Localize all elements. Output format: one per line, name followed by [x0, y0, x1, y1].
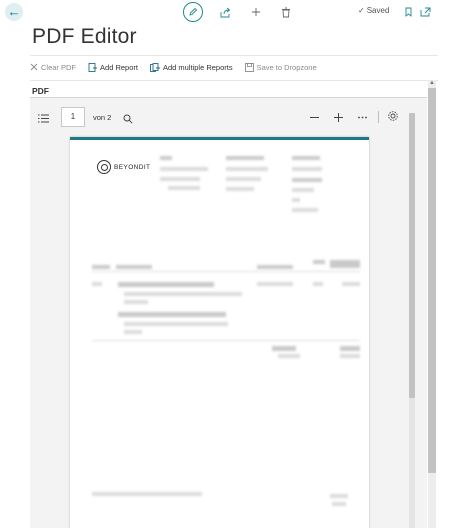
saved-status: ✓ Saved	[358, 6, 389, 15]
redacted-text	[92, 282, 102, 286]
page-scrollbar[interactable]: ▲	[428, 80, 436, 528]
back-button[interactable]: ←	[5, 3, 23, 21]
bookmark-icon	[405, 7, 411, 17]
redacted-text	[313, 260, 325, 264]
share-icon	[220, 7, 230, 17]
redacted-text	[160, 177, 200, 181]
arrow-left-icon: ←	[7, 4, 21, 19]
redacted-text	[226, 167, 268, 171]
add-multiple-reports-label: Add multiple Reports	[162, 62, 233, 72]
save-to-dropzone-label: Save to Dropzone	[256, 62, 317, 72]
company-logo: BEYONDIT	[97, 160, 150, 174]
toolbar-separator	[378, 111, 379, 123]
redacted-text	[118, 312, 226, 317]
zoom-out-button[interactable]	[309, 110, 320, 128]
redacted-text	[257, 265, 293, 269]
share-button[interactable]	[218, 5, 232, 19]
plus-icon	[334, 113, 343, 122]
zoom-in-button[interactable]	[333, 110, 344, 128]
save-to-dropzone-button[interactable]: Save to Dropzone	[244, 62, 317, 72]
redacted-rule	[92, 340, 360, 341]
gear-icon	[388, 111, 398, 121]
page-scrollbar-thumb[interactable]	[428, 88, 436, 473]
viewer-settings-button[interactable]	[387, 109, 399, 127]
redacted-text	[160, 167, 208, 171]
redacted-text	[226, 187, 254, 191]
page-title: PDF Editor	[32, 25, 137, 48]
redacted-text	[292, 156, 320, 160]
redacted-text	[340, 354, 360, 358]
logo-mark-icon	[97, 160, 111, 174]
list-icon	[38, 114, 49, 123]
redacted-text	[124, 330, 142, 334]
add-multiple-reports-button[interactable]: Add multiple Reports	[150, 63, 233, 72]
top-bar: ← ✓ Saved	[0, 0, 450, 26]
redacted-text	[340, 346, 360, 351]
search-icon	[123, 114, 133, 124]
redacted-text	[226, 156, 264, 160]
pdf-page: BEYONDIT	[70, 137, 369, 528]
redacted-text	[124, 300, 148, 304]
redacted-text	[332, 502, 346, 506]
search-button[interactable]	[123, 111, 133, 129]
trash-icon	[282, 7, 290, 17]
redacted-text	[124, 322, 228, 326]
redacted-text	[257, 282, 293, 286]
edit-button[interactable]	[183, 2, 203, 22]
redacted-text	[330, 260, 360, 268]
saved-label: Saved	[366, 6, 390, 15]
viewer-scrollbar[interactable]	[409, 113, 415, 528]
redacted-text	[292, 198, 300, 202]
redacted-text	[292, 178, 322, 182]
title-divider	[30, 55, 438, 56]
redacted-text	[342, 282, 360, 286]
more-options-button[interactable]	[357, 110, 368, 128]
redacted-text	[272, 346, 296, 351]
page-total-label: von 2	[93, 113, 112, 122]
pdf-viewer: 1 von 2 BEYONDIT	[30, 97, 427, 528]
redacted-text	[292, 208, 318, 212]
clear-pdf-label: Clear PDF	[41, 62, 77, 72]
redacted-text	[313, 282, 323, 286]
redacted-text	[160, 156, 172, 160]
minus-icon	[310, 117, 319, 118]
popout-button[interactable]	[418, 5, 432, 19]
redacted-text	[92, 265, 110, 269]
redacted-text	[118, 282, 214, 287]
open-in-new-window-icon	[420, 7, 430, 17]
toggle-sidebar-button[interactable]	[38, 110, 49, 128]
delete-button[interactable]	[279, 5, 293, 19]
viewer-scrollbar-thumb[interactable]	[409, 113, 415, 398]
add-report-button[interactable]: Add Report	[88, 63, 138, 72]
section-divider	[30, 80, 438, 81]
redacted-rule	[92, 271, 360, 272]
redacted-text	[124, 292, 242, 296]
pencil-icon	[189, 7, 198, 16]
clear-icon	[30, 63, 38, 71]
scroll-up-icon[interactable]: ▲	[429, 80, 435, 86]
clear-pdf-button[interactable]: Clear PDF	[30, 63, 76, 72]
redacted-text	[278, 354, 300, 358]
logo-text: BEYONDIT	[114, 163, 151, 171]
bookmark-button[interactable]	[401, 5, 415, 19]
new-button[interactable]	[249, 5, 263, 19]
plus-icon	[252, 8, 260, 16]
pdf-section-title: PDF	[32, 86, 49, 96]
more-icon	[358, 116, 367, 119]
checkmark-icon: ✓	[358, 6, 365, 15]
redacted-text	[116, 265, 152, 269]
redacted-text	[92, 492, 202, 496]
redacted-text	[292, 167, 322, 171]
redacted-text	[292, 188, 314, 192]
report-icon	[88, 62, 98, 72]
page-number-input[interactable]: 1	[61, 107, 85, 127]
save-icon	[244, 62, 254, 72]
add-report-label: Add Report	[100, 62, 138, 72]
pdf-document-area[interactable]: BEYONDIT	[30, 133, 417, 528]
redacted-text	[226, 177, 261, 181]
action-bar: Clear PDF Add Report Add multiple Report…	[30, 60, 329, 74]
multiple-reports-icon	[150, 62, 160, 72]
redacted-text	[168, 186, 200, 190]
redacted-text	[330, 494, 348, 498]
